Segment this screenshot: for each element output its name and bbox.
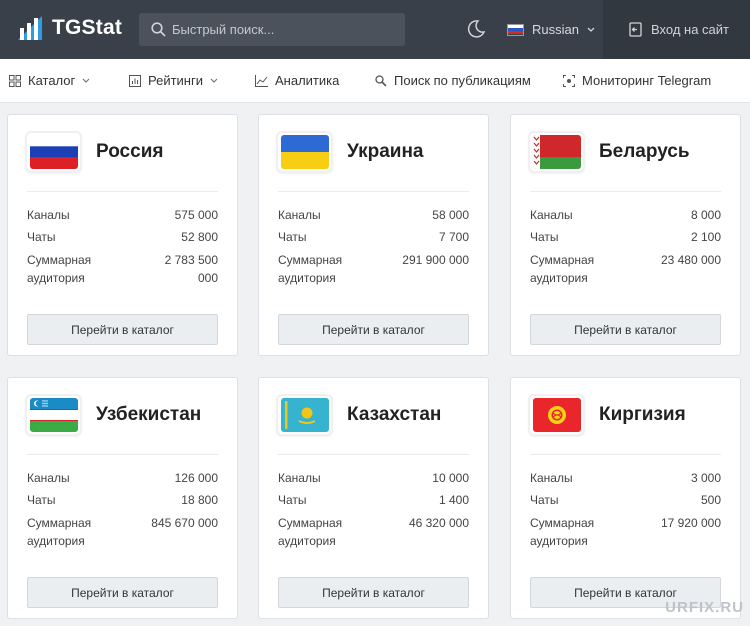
go-to-catalog-button[interactable]: Перейти в каталог (278, 314, 469, 345)
go-to-catalog-button[interactable]: Перейти в каталог (278, 577, 469, 608)
search-icon (151, 22, 166, 37)
main-nav: Каталог Рейтинги Аналитика Поиск по публ… (0, 59, 750, 103)
chats-row: Чаты 18 800 (27, 493, 218, 507)
ukraine-flag-icon (278, 133, 331, 171)
audience-row: Суммарная аудитория 845 670 000 (27, 516, 218, 548)
line-chart-icon (255, 74, 268, 87)
audience-row: Суммарная аудитория 2 783 500 000 (27, 253, 218, 285)
channels-row: Каналы 575 000 (27, 208, 218, 222)
chats-row: Чаты 2 100 (530, 230, 721, 244)
grid-icon (9, 74, 21, 87)
search-input[interactable] (172, 22, 392, 37)
language-label: Russian (532, 22, 579, 37)
nav-analytics[interactable]: Аналитика (255, 73, 339, 88)
nav-catalog[interactable]: Каталог (9, 73, 90, 88)
chats-row: Чаты 7 700 (278, 230, 469, 244)
audience-row: Суммарная аудитория 46 320 000 (278, 516, 469, 548)
country-name: Россия (96, 141, 164, 162)
login-label: Вход на сайт (651, 22, 729, 37)
logo[interactable]: TGStat (16, 14, 122, 42)
country-name: Украина (347, 141, 424, 162)
go-to-catalog-button[interactable]: Перейти в каталог (27, 314, 218, 345)
chevron-down-icon (210, 78, 218, 83)
divider (278, 191, 469, 192)
nav-analytics-label: Аналитика (275, 73, 340, 88)
login-icon (629, 22, 642, 37)
kazakhstan-flag-icon (278, 396, 331, 434)
watermark: URFIX.RU (665, 599, 744, 616)
channels-row: Каналы 3 000 (530, 471, 721, 485)
audience-row: Суммарная аудитория 291 900 000 (278, 253, 469, 285)
logo-text: TGStat (52, 16, 123, 39)
country-card-uzbekistan: Узбекистан Каналы 126 000 Чаты 18 800 Сумм… (7, 377, 238, 619)
go-to-catalog-button[interactable]: Перейти в каталог (27, 577, 218, 608)
nav-ratings[interactable]: Рейтинги (129, 73, 218, 88)
nav-monitoring[interactable]: Мониторинг Telegram (563, 73, 711, 88)
kyrgyzstan-flag-icon (530, 396, 583, 434)
top-bar: TGStat Russian Вход на сайт (0, 0, 750, 59)
nav-post-search[interactable]: Поиск по публикациям (375, 73, 531, 88)
channels-row: Каналы 126 000 (27, 471, 218, 485)
search-box[interactable] (139, 13, 405, 46)
chevron-down-icon (82, 78, 90, 83)
chevron-down-icon (587, 27, 595, 32)
country-card-belarus: Беларусь Каналы 8 000 Чаты 2 100 Суммарная… (510, 114, 741, 356)
divider (530, 191, 721, 192)
divider (27, 191, 218, 192)
divider (278, 454, 469, 455)
country-card-ukraine: Украина Каналы 58 000 Чаты 7 700 Суммарная… (258, 114, 489, 356)
divider (27, 454, 218, 455)
audience-row: Суммарная аудитория 17 920 000 (530, 516, 721, 548)
russia-flag-icon (27, 133, 80, 171)
country-name: Узбекистан (96, 404, 202, 425)
country-card-russia: Россия Каналы 575 000 Чаты 52 800 Суммарна… (7, 114, 238, 356)
uzbekistan-flag-icon (27, 396, 80, 434)
belarus-flag-icon (530, 133, 583, 171)
channels-row: Каналы 58 000 (278, 208, 469, 222)
monitor-icon (563, 74, 575, 87)
go-to-catalog-button[interactable]: Перейти в каталог (530, 314, 721, 345)
country-card-kazakhstan: Казахстан Каналы 10 000 Чаты 1 400 Суммарн… (258, 377, 489, 619)
channels-row: Каналы 10 000 (278, 471, 469, 485)
chats-row: Чаты 1 400 (278, 493, 469, 507)
country-name: Казахстан (347, 404, 442, 425)
search-icon (375, 74, 387, 87)
nav-ratings-label: Рейтинги (148, 73, 203, 88)
country-name: Киргизия (599, 404, 686, 425)
russia-flag-icon (507, 23, 524, 36)
nav-post-search-label: Поиск по публикациям (394, 73, 531, 88)
logo-icon (18, 16, 42, 40)
audience-row: Суммарная аудитория 23 480 000 (530, 253, 721, 285)
channels-row: Каналы 8 000 (530, 208, 721, 222)
chats-row: Чаты 500 (530, 493, 721, 507)
chats-row: Чаты 52 800 (27, 230, 218, 244)
nav-catalog-label: Каталог (28, 73, 76, 88)
country-card-kyrgyzstan: Киргизия Каналы 3 000 Чаты 500 Суммарная а… (510, 377, 741, 619)
country-name: Беларусь (599, 141, 690, 162)
nav-monitoring-label: Мониторинг Telegram (582, 73, 712, 88)
bar-chart-icon (129, 74, 141, 87)
moon-icon[interactable] (466, 19, 486, 39)
login-button[interactable]: Вход на сайт (603, 0, 750, 59)
divider (530, 454, 721, 455)
language-selector[interactable]: Russian (507, 22, 595, 37)
